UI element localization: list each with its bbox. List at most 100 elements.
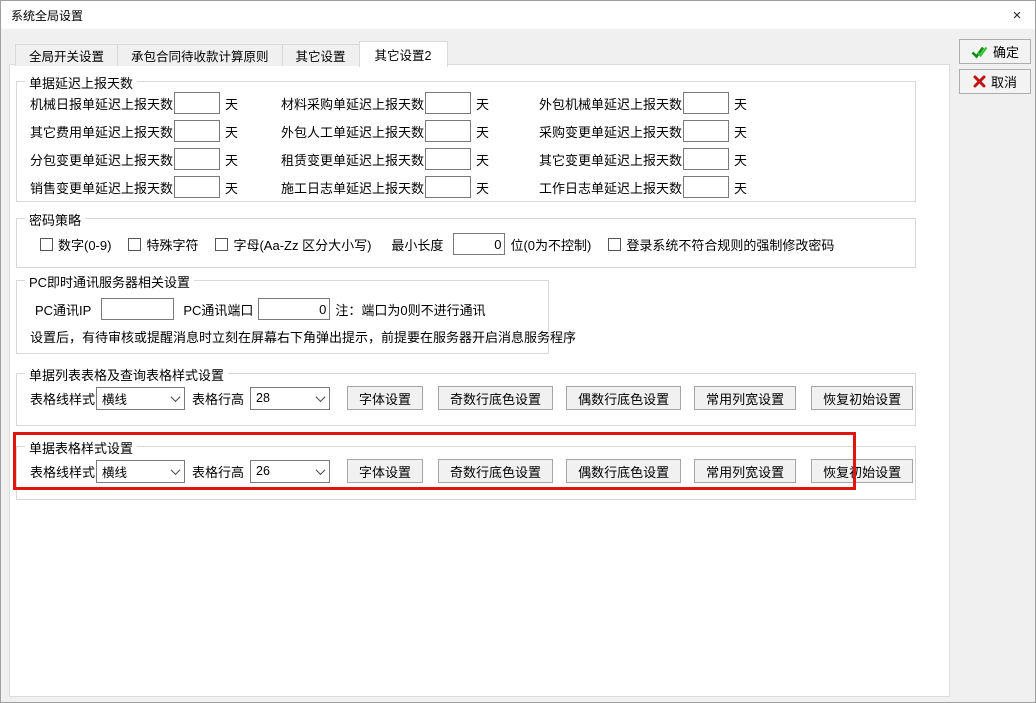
unit-label: 天 (476, 94, 489, 113)
doc-even-row-color-button[interactable]: 偶数行底色设置 (566, 459, 681, 483)
list-line-style-select[interactable]: 横线 (96, 387, 185, 410)
red-x-icon (973, 75, 986, 88)
list-restore-defaults-button[interactable]: 恢复初始设置 (811, 386, 913, 410)
chevron-down-icon (313, 462, 328, 481)
close-button[interactable]: × (999, 1, 1035, 29)
field-label: 租赁变更单延迟上报天数 (281, 150, 425, 169)
checkbox-special-chars[interactable] (128, 238, 141, 251)
delay-days-input[interactable] (683, 92, 729, 114)
group-title: PC即时通讯服务器相关设置 (25, 272, 194, 291)
delay-days-input[interactable] (174, 176, 220, 198)
group-password-policy: 密码策略 数字(0-9) 特殊字符 字母(Aa-Zz 区分大小写) 最小长度 位… (16, 218, 916, 268)
delay-field: 租赁变更单延迟上报天数 天 (281, 148, 539, 170)
unit-label: 天 (476, 150, 489, 169)
line-style-label: 表格线样式 (30, 462, 95, 481)
delay-days-input[interactable] (683, 148, 729, 170)
doc-line-style-select[interactable]: 横线 (96, 460, 185, 483)
field-label: 采购变更单延迟上报天数 (539, 122, 683, 141)
unit-label: 天 (734, 122, 747, 141)
delay-field: 施工日志单延迟上报天数 天 (281, 176, 539, 198)
list-odd-row-color-button[interactable]: 奇数行底色设置 (438, 386, 553, 410)
selected-value: 横线 (102, 389, 127, 408)
delay-days-input[interactable] (425, 148, 471, 170)
field-label: 外包机械单延迟上报天数 (539, 94, 683, 113)
checkbox-force-password-change[interactable] (608, 238, 621, 251)
field-label: 机械日报单延迟上报天数 (30, 94, 174, 113)
ok-button[interactable]: 确定 (959, 39, 1031, 64)
doc-font-settings-button[interactable]: 字体设置 (347, 459, 423, 483)
unit-label: 天 (225, 150, 238, 169)
list-font-settings-button[interactable]: 字体设置 (347, 386, 423, 410)
min-length-suffix: 位(0为不控制) (510, 235, 591, 254)
unit-label: 天 (225, 94, 238, 113)
checkbox-label: 字母(Aa-Zz 区分大小写) (233, 235, 371, 254)
tab-contract-receivable-rules[interactable]: 承包合同待收款计算原则 (117, 44, 283, 66)
selected-value: 26 (256, 464, 270, 478)
checkbox-label: 特殊字符 (146, 235, 198, 254)
delay-field: 外包人工单延迟上报天数 天 (281, 120, 539, 142)
list-column-width-button[interactable]: 常用列宽设置 (694, 386, 796, 410)
unit-label: 天 (734, 178, 747, 197)
delay-days-input[interactable] (425, 120, 471, 142)
delay-grid: 机械日报单延迟上报天数 天 材料采购单延迟上报天数 天 外包机械单延迟上报天数 … (17, 82, 915, 198)
delay-days-input[interactable] (425, 176, 471, 198)
checkbox-digits[interactable] (40, 238, 53, 251)
delay-days-input[interactable] (174, 148, 220, 170)
tab-other-settings[interactable]: 其它设置 (282, 44, 360, 66)
field-label: 其它费用单延迟上报天数 (30, 122, 174, 141)
window-title: 系统全局设置 (11, 7, 83, 24)
delay-days-input[interactable] (174, 92, 220, 114)
min-length-input[interactable] (453, 233, 505, 255)
field-label: 施工日志单延迟上报天数 (281, 178, 425, 197)
list-even-row-color-button[interactable]: 偶数行底色设置 (566, 386, 681, 410)
delay-days-input[interactable] (683, 176, 729, 198)
doc-row-height-select[interactable]: 26 (250, 460, 330, 483)
pc-im-description: 设置后，有待审核或提醒消息时立刻在屏幕右下角弹出提示，前提要在服务器开启消息服务… (17, 327, 548, 346)
tabstrip: 全局开关设置 承包合同待收款计算原则 其它设置 其它设置2 (15, 40, 447, 66)
titlebar: 系统全局设置 (1, 1, 1035, 29)
chevron-down-icon (313, 389, 328, 408)
dialog-system-global-settings: 系统全局设置 × 全局开关设置 承包合同待收款计算原则 其它设置 其它设置2 单… (0, 0, 1036, 703)
pc-port-input[interactable] (258, 298, 330, 320)
group-title: 密码策略 (25, 210, 85, 229)
delay-field: 其它变更单延迟上报天数 天 (539, 148, 915, 170)
delay-days-input[interactable] (683, 120, 729, 142)
chevron-down-icon (168, 462, 183, 481)
unit-label: 天 (734, 94, 747, 113)
ok-button-label: 确定 (993, 42, 1019, 61)
group-doc-table-style: 单据表格样式设置 表格线样式 横线 表格行高 26 字体设置 奇数行底色设置 偶… (16, 446, 916, 500)
doc-column-width-button[interactable]: 常用列宽设置 (694, 459, 796, 483)
field-label: 销售变更单延迟上报天数 (30, 178, 174, 197)
checkbox-label: 数字(0-9) (58, 235, 111, 254)
pc-port-label: PC通讯端口 (183, 300, 253, 319)
tab-other-settings-2[interactable]: 其它设置2 (359, 41, 448, 67)
delay-field: 机械日报单延迟上报天数 天 (30, 92, 281, 114)
row-height-label: 表格行高 (192, 389, 244, 408)
tab-global-switch-settings[interactable]: 全局开关设置 (15, 44, 118, 66)
min-length-label: 最小长度 (391, 235, 443, 254)
doc-odd-row-color-button[interactable]: 奇数行底色设置 (438, 459, 553, 483)
doc-restore-defaults-button[interactable]: 恢复初始设置 (811, 459, 913, 483)
unit-label: 天 (734, 150, 747, 169)
delay-field: 销售变更单延迟上报天数 天 (30, 176, 281, 198)
field-label: 材料采购单延迟上报天数 (281, 94, 425, 113)
group-title: 单据表格样式设置 (25, 438, 137, 457)
checkbox-label: 登录系统不符合规则的强制修改密码 (626, 235, 834, 254)
cancel-button[interactable]: 取消 (959, 69, 1031, 94)
delay-days-input[interactable] (174, 120, 220, 142)
group-delay-report-days: 单据延迟上报天数 机械日报单延迟上报天数 天 材料采购单延迟上报天数 天 外包机… (16, 81, 916, 202)
delay-days-input[interactable] (425, 92, 471, 114)
line-style-label: 表格线样式 (30, 389, 95, 408)
list-table-style-row: 表格线样式 横线 表格行高 28 字体设置 奇数行底色设置 偶数行底色设置 常用… (17, 386, 915, 410)
list-row-height-select[interactable]: 28 (250, 387, 330, 410)
close-icon: × (1013, 7, 1022, 24)
checkbox-letters[interactable] (215, 238, 228, 251)
delay-field: 材料采购单延迟上报天数 天 (281, 92, 539, 114)
unit-label: 天 (225, 178, 238, 197)
pc-ip-input[interactable] (101, 298, 174, 320)
unit-label: 天 (476, 122, 489, 141)
selected-value: 横线 (102, 462, 127, 481)
selected-value: 28 (256, 391, 270, 405)
delay-field: 工作日志单延迟上报天数 天 (539, 176, 915, 198)
doc-table-style-row: 表格线样式 横线 表格行高 26 字体设置 奇数行底色设置 偶数行底色设置 常用… (17, 459, 915, 483)
